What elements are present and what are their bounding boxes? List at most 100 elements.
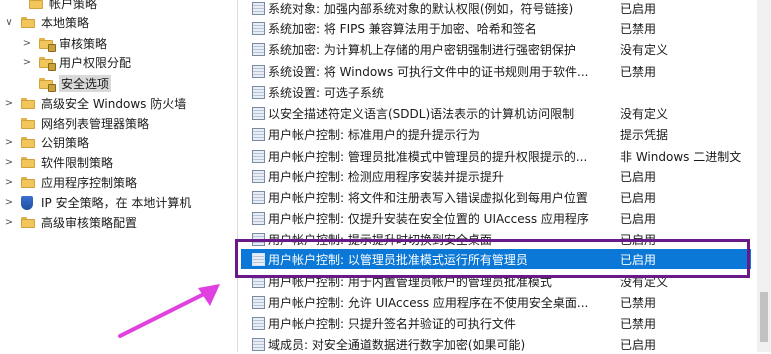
tree-item-label: 公钥策略 bbox=[41, 136, 90, 150]
policy-icon bbox=[252, 316, 265, 330]
tree-item-label: 安全选项 bbox=[59, 75, 112, 92]
chevron-right-icon[interactable]: > bbox=[21, 34, 33, 53]
policy-name: 系统设置: 可选子系统 bbox=[268, 85, 384, 100]
policy-name: 用户帐户控制: 允许 UIAccess 应用程序在不使用安全桌面... bbox=[268, 295, 589, 310]
policy-row[interactable]: 用户帐户控制: 用于内置管理员帐户的管理员批准模式 没有定义 bbox=[241, 271, 751, 291]
folder-icon bbox=[21, 177, 35, 188]
policy-icon bbox=[252, 127, 265, 141]
policy-icon bbox=[252, 1, 265, 15]
tree-item-label: 本地策略 bbox=[41, 16, 90, 30]
policy-setting: 已启用 bbox=[620, 232, 657, 247]
policy-icon bbox=[252, 232, 265, 246]
chevron-right-icon[interactable]: > bbox=[21, 53, 33, 72]
tree-item-app-control[interactable]: > 应用程序控制策略 bbox=[3, 173, 137, 192]
policy-icon bbox=[252, 211, 265, 225]
policy-row[interactable]: 用户帐户控制: 检测应用程序安装并提示提升 已启用 bbox=[241, 166, 751, 186]
policy-name: 系统加密: 将 FIPS 兼容算法用于加密、哈希和签名 bbox=[268, 21, 537, 36]
folder-icon bbox=[21, 217, 35, 228]
tree-item-label: 帐户策略 bbox=[49, 0, 98, 11]
policy-icon bbox=[252, 21, 265, 35]
policy-row[interactable]: 用户帐户控制: 将文件和注册表写入错误虚拟化到每用户位置 已启用 bbox=[241, 187, 751, 207]
folder-icon bbox=[21, 98, 35, 109]
policy-setting: 已禁用 bbox=[620, 316, 657, 331]
policy-row[interactable]: 用户帐户控制: 提示提升时切换到安全桌面 已启用 bbox=[241, 229, 751, 249]
chevron-right-icon[interactable]: > bbox=[3, 153, 15, 172]
policy-row[interactable]: 系统对象: 加强内部系统对象的默认权限(例如，符号链接) 已启用 bbox=[241, 0, 751, 18]
folder-icon bbox=[21, 17, 35, 28]
folder-lock-icon bbox=[39, 38, 56, 52]
policy-row[interactable]: 域成员: 对安全通道数据进行数字加密(如果可能) 已启用 bbox=[241, 334, 751, 354]
tree-item-label: 网络列表管理器策略 bbox=[41, 117, 150, 131]
tree-item-software-restriction[interactable]: > 软件限制策略 bbox=[3, 153, 113, 172]
policy-icon bbox=[252, 64, 265, 78]
annotation-arrow-icon bbox=[118, 284, 220, 338]
policy-row[interactable]: 用户帐户控制: 只提升签名并验证的可执行文件 已禁用 bbox=[241, 313, 751, 333]
tree-item-account-policy[interactable]: 帐户策略 bbox=[29, 0, 97, 13]
folder-icon bbox=[21, 118, 35, 129]
policy-row[interactable]: 系统加密: 将 FIPS 兼容算法用于加密、哈希和签名 已禁用 bbox=[241, 18, 751, 38]
policy-setting: 已禁用 bbox=[620, 64, 657, 79]
chevron-down-icon[interactable]: ∨ bbox=[3, 13, 15, 32]
policy-icon bbox=[252, 252, 265, 266]
tree-item-network-list[interactable]: 网络列表管理器策略 bbox=[21, 114, 149, 133]
policy-setting: 没有定义 bbox=[620, 106, 669, 121]
folder-lock-icon bbox=[39, 78, 56, 92]
policy-row[interactable]: 系统加密: 为计算机上存储的用户密钥强制进行强密钥保护 没有定义 bbox=[241, 39, 751, 59]
policy-setting: 已启用 bbox=[620, 169, 657, 184]
pane-divider[interactable] bbox=[237, 0, 238, 352]
tree-item-ip-security[interactable]: > IP 安全策略，在 本地计算机 bbox=[3, 193, 191, 212]
policy-row[interactable]: 用户帐户控制: 管理员批准模式中管理员的提升权限提示的... 非 Windows… bbox=[241, 146, 751, 166]
shield-icon bbox=[21, 195, 33, 210]
policy-icon bbox=[252, 42, 265, 56]
policy-name: 用户帐户控制: 用于内置管理员帐户的管理员批准模式 bbox=[268, 274, 552, 289]
policy-setting: 已启用 bbox=[620, 337, 657, 352]
policy-name: 用户帐户控制: 提示提升时切换到安全桌面 bbox=[268, 232, 492, 247]
folder-icon bbox=[21, 137, 35, 148]
tree-item-security-options[interactable]: 安全选项 bbox=[39, 74, 112, 93]
tree-item-user-rights[interactable]: > 用户权限分配 bbox=[21, 53, 131, 72]
policy-setting: 已启用 bbox=[620, 1, 657, 16]
policy-name: 系统加密: 为计算机上存储的用户密钥强制进行强密钥保护 bbox=[268, 42, 576, 57]
folder-icon bbox=[29, 0, 43, 9]
policy-name: 系统对象: 加强内部系统对象的默认权限(例如，符号链接) bbox=[268, 1, 574, 16]
chevron-right-icon[interactable]: > bbox=[3, 133, 15, 152]
policy-row[interactable]: 系统设置: 将 Windows 可执行文件中的证书规则用于软件... 已禁用 bbox=[241, 61, 751, 81]
policy-row[interactable]: 以安全描述符定义语言(SDDL)语法表示的计算机访问限制 没有定义 bbox=[241, 103, 751, 123]
scrollbar-thumb[interactable] bbox=[760, 292, 768, 342]
tree-item-local-policy[interactable]: ∨ 本地策略 bbox=[3, 13, 89, 32]
policy-setting: 提示凭据 bbox=[620, 127, 669, 142]
folder-icon bbox=[21, 157, 35, 168]
policy-row[interactable]: 用户帐户控制: 标准用户的提升提示行为 提示凭据 bbox=[241, 124, 751, 144]
policy-setting: 没有定义 bbox=[620, 274, 669, 289]
policy-row[interactable]: 用户帐户控制: 仅提升安装在安全位置的 UIAccess 应用程序 已启用 bbox=[241, 208, 751, 228]
policy-row[interactable]: 用户帐户控制: 允许 UIAccess 应用程序在不使用安全桌面... 已禁用 bbox=[241, 292, 751, 312]
policy-name: 用户帐户控制: 管理员批准模式中管理员的提升权限提示的... bbox=[268, 149, 588, 164]
policy-setting: 没有定义 bbox=[620, 42, 669, 57]
tree-item-label: 审核策略 bbox=[59, 37, 108, 51]
policy-setting: 已禁用 bbox=[620, 295, 657, 310]
chevron-right-icon[interactable]: > bbox=[3, 213, 15, 232]
policy-list: 系统对象: 加强内部系统对象的默认权限(例如，符号链接) 已启用 系统加密: 将… bbox=[241, 0, 771, 352]
tree-item-label: 软件限制策略 bbox=[41, 156, 114, 170]
tree-item-audit-policy[interactable]: > 审核策略 bbox=[21, 34, 107, 53]
policy-name: 系统设置: 将 Windows 可执行文件中的证书规则用于软件... bbox=[268, 64, 589, 79]
policy-icon bbox=[252, 190, 265, 204]
policy-row[interactable]: 系统设置: 可选子系统 bbox=[241, 82, 751, 102]
policy-setting: 已启用 bbox=[620, 211, 657, 226]
policy-icon bbox=[252, 106, 265, 120]
chevron-right-icon[interactable]: > bbox=[3, 173, 15, 192]
policy-row-selected[interactable]: 用户帐户控制: 以管理员批准模式运行所有管理员 已启用 bbox=[241, 249, 751, 269]
policy-setting: 非 Windows 二进制文 bbox=[620, 149, 742, 164]
tree-item-advanced-audit[interactable]: > 高级审核策略配置 bbox=[3, 213, 137, 232]
tree-item-label: 高级安全 Windows 防火墙 bbox=[41, 97, 187, 111]
policy-setting: 已启用 bbox=[620, 252, 657, 267]
policy-setting: 已禁用 bbox=[620, 21, 657, 36]
tree-item-public-key[interactable]: > 公钥策略 bbox=[3, 133, 89, 152]
policy-icon bbox=[252, 149, 265, 163]
policy-name: 以安全描述符定义语言(SDDL)语法表示的计算机访问限制 bbox=[268, 106, 575, 121]
chevron-right-icon[interactable]: > bbox=[3, 94, 15, 113]
tree-item-label: 用户权限分配 bbox=[59, 56, 132, 70]
tree-item-firewall[interactable]: > 高级安全 Windows 防火墙 bbox=[3, 94, 186, 113]
chevron-right-icon[interactable]: > bbox=[3, 193, 15, 212]
policy-name: 用户帐户控制: 检测应用程序安装并提示提升 bbox=[268, 169, 504, 184]
